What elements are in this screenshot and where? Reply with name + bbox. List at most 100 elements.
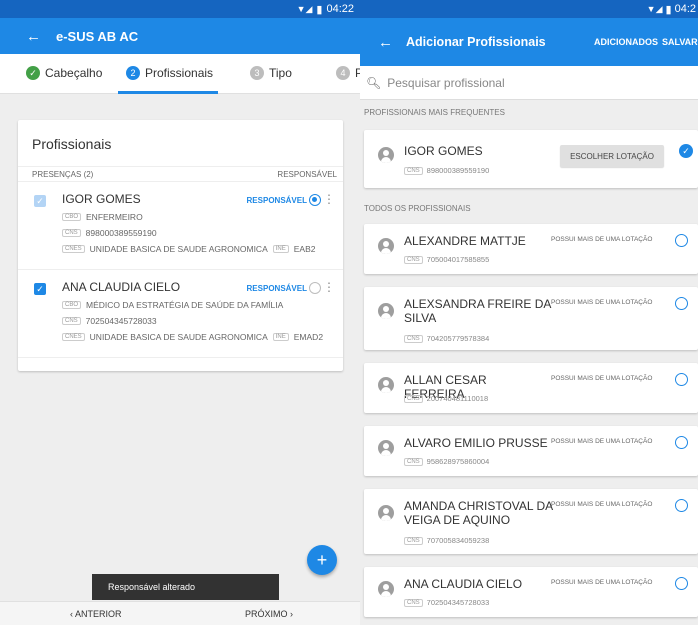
step-label: Tipo [269, 66, 292, 80]
step-profissionais[interactable]: 2 Profissionais [126, 66, 213, 80]
step-number: 3 [250, 66, 264, 80]
card-subheader: PRESENÇAS (2) RESPONSÁVEL [18, 166, 343, 182]
ine-value: EMAD2 [293, 332, 324, 342]
avatar [378, 505, 394, 521]
select-radio[interactable] [675, 373, 688, 386]
avatar [378, 440, 394, 456]
battery-icon: ▮ [665, 3, 672, 16]
step-number: 2 [126, 66, 140, 80]
battery-icon: ▮ [316, 3, 323, 16]
cns-line: CNS 704205779578384 [404, 334, 489, 343]
cns-tag: CNS [62, 317, 81, 325]
status-time: 04:22 [326, 3, 354, 15]
cns-value: 958628975860004 [426, 457, 490, 466]
responsavel-label: RESPONSÁVEL [246, 196, 307, 205]
professional-name: IGOR GOMES [404, 144, 483, 158]
list-item[interactable]: AMANDA CHRISTOVAL DA VEIGA DE AQUINO CNS 7… [364, 489, 698, 554]
ine-tag: INE [272, 245, 289, 253]
step-4[interactable]: 4 P [336, 66, 360, 80]
step-cabecalho[interactable]: ✓ Cabeçalho [26, 66, 102, 80]
responsavel-label: RESPONSÁVEL [246, 284, 307, 293]
previous-button[interactable]: ‹ ANTERIOR [70, 609, 122, 619]
checkbox[interactable]: ✓ [34, 195, 46, 207]
cns-line: CNS 702504345728033 [404, 598, 489, 607]
cns-value: 898000389559190 [426, 166, 490, 175]
search-input[interactable] [387, 75, 668, 90]
list-item[interactable]: ALVARO EMILIO PRUSSE CNS 958628975860004 PO… [364, 426, 698, 476]
select-radio[interactable] [675, 577, 688, 590]
unidade-line: CNES UNIDADE BASICA DE SAUDE AGRONOMICA … [62, 242, 335, 256]
presencas-label: PRESENÇAS (2) [32, 169, 94, 179]
choose-lotacao-button[interactable]: ESCOLHER LOTAÇÃO [560, 145, 664, 167]
avatar [378, 147, 394, 163]
left-screen: ▼◢ ▮ 04:22 ← e-SUS AB AC ✓ Cabeçalho 2 P… [0, 0, 360, 625]
cns-line: CNS 702504345728033 [62, 314, 335, 328]
list-item[interactable]: ALEXANDRE MATTJE CNS 705004017585855 POSSUI… [364, 224, 698, 274]
cns-line: CNS 898000389559190 [62, 226, 335, 240]
status-bar: ▼◢ ▮ 04:22 [0, 0, 360, 18]
list-item[interactable]: ALEXSANDRA FREIRE DA SILVA CNS 70420577957… [364, 287, 698, 350]
professional-name: ALEXANDRE MATTJE [404, 234, 526, 248]
save-button[interactable]: SALVAR [662, 37, 698, 47]
select-radio[interactable] [675, 499, 688, 512]
app-bar: ← e-SUS AB AC [0, 18, 360, 54]
ine-value: EAB2 [293, 244, 316, 254]
back-arrow-icon[interactable]: ← [26, 28, 56, 45]
step-tipo[interactable]: 3 Tipo [250, 66, 292, 80]
checkbox[interactable]: ✓ [34, 283, 46, 295]
select-radio[interactable] [675, 234, 688, 247]
card-title: Profissionais [32, 136, 112, 152]
check-circle-icon[interactable]: ✓ [679, 144, 693, 158]
avatar [378, 581, 394, 597]
status-bar: ▼◢ ▮ 04:2 [360, 0, 698, 18]
professional-name: ALVARO EMILIO PRUSSE [404, 436, 548, 450]
cns-line: CNS 705004017585855 [404, 255, 489, 264]
cns-tag: CNS [404, 255, 423, 264]
added-button[interactable]: ADICIONADOS [594, 37, 658, 47]
ine-tag: INE [272, 333, 289, 341]
list-item[interactable]: ANA CLAUDIA CIELO CNS 702504345728033 POSSU… [364, 567, 698, 617]
stepper: ✓ Cabeçalho 2 Profissionais 3 Tipo 4 P [0, 54, 360, 94]
responsavel-header: RESPONSÁVEL [277, 169, 337, 179]
multiple-lotacao-label: POSSUI MAIS DE UMA LOTAÇÃO [551, 438, 653, 445]
professional-name: AMANDA CHRISTOVAL DA VEIGA DE AQUINO [404, 499, 553, 527]
professional-name: ANA CLAUDIA CIELO [404, 577, 523, 591]
professionals-card: Profissionais PRESENÇAS (2) RESPONSÁVEL … [18, 120, 343, 371]
cns-tag: CNS [404, 536, 423, 545]
back-arrow-icon[interactable]: ← [378, 34, 393, 51]
cns-value: 702504345728033 [426, 598, 490, 607]
avatar [378, 377, 394, 393]
cns-tag: CNS [404, 166, 423, 175]
chevron-right-icon: › [287, 609, 294, 619]
add-fab-button[interactable]: + [307, 545, 337, 575]
check-icon: ✓ [26, 66, 40, 80]
unidade-value: UNIDADE BASICA DE SAUDE AGRONOMICA [89, 332, 268, 342]
responsible-radio[interactable] [309, 194, 321, 206]
multiple-lotacao-label: POSSUI MAIS DE UMA LOTAÇÃO [551, 579, 653, 586]
snackbar: Responsável alterado [92, 574, 279, 600]
previous-label: ANTERIOR [75, 609, 122, 619]
select-radio[interactable] [675, 297, 688, 310]
select-radio[interactable] [675, 436, 688, 449]
list-item[interactable]: ALLAN CESAR FERREIRA CNS 200740481110018 PO… [364, 363, 698, 413]
avatar [378, 238, 394, 254]
frequent-professional-card[interactable]: IGOR GOMES CNS 898000389559190 ESCOLHER … [364, 130, 698, 188]
page-title: Adicionar Profissionais [406, 35, 546, 49]
screenshot: ▼◢ ▮ 04:22 ← e-SUS AB AC ✓ Cabeçalho 2 P… [0, 0, 698, 625]
step-number: 4 [336, 66, 350, 80]
unidade-value: UNIDADE BASICA DE SAUDE AGRONOMICA [89, 244, 268, 254]
cbo-line: CBO MÉDICO DA ESTRATÉGIA DE SAÚDE DA FAM… [62, 298, 335, 312]
responsible-radio[interactable] [309, 282, 321, 294]
cns-line: CNS 958628975860004 [404, 457, 489, 466]
search-icon: 🔍︎ [366, 75, 382, 90]
more-vert-icon[interactable]: ⋮ [323, 280, 335, 294]
list-item[interactable]: ✓ IGOR GOMES CBO ENFERMEIRO CNS 89800038… [18, 182, 343, 270]
next-button[interactable]: PRÓXIMO › [245, 609, 293, 619]
more-vert-icon[interactable]: ⋮ [323, 192, 335, 206]
bottom-navigation: ‹ ANTERIOR PRÓXIMO › [0, 601, 360, 625]
multiple-lotacao-label: POSSUI MAIS DE UMA LOTAÇÃO [551, 236, 653, 243]
next-label: PRÓXIMO [245, 609, 288, 619]
cnes-tag: CNES [62, 245, 85, 253]
cns-value: 707005834059238 [426, 536, 490, 545]
list-item[interactable]: ✓ ANA CLAUDIA CIELO CBO MÉDICO DA ESTRAT… [18, 270, 343, 358]
